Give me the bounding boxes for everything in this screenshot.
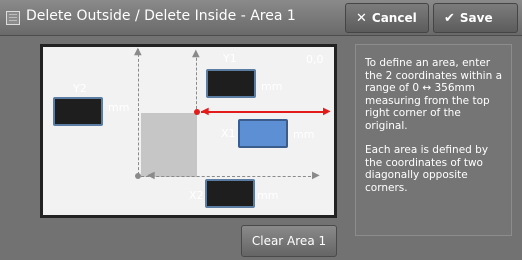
header-bar: Delete Outside / Delete Inside - Area 1 … (0, 0, 522, 36)
save-label: Save (459, 11, 493, 25)
info-paragraph-1: To define an area, enter the 2 coordinat… (365, 57, 503, 132)
x2-label: X2 (189, 189, 204, 202)
y1-guide (196, 53, 197, 109)
distance-arrow-left-icon: ◀ (201, 106, 209, 117)
x-guide-left-arrow-icon: ◀ (147, 170, 155, 181)
origin-label: 0,0 (306, 53, 324, 66)
clear-area-button[interactable]: Clear Area 1 (241, 225, 337, 257)
save-button[interactable]: ✔ Save (433, 3, 518, 33)
x2-field[interactable] (205, 179, 255, 208)
y1-field[interactable] (206, 69, 256, 98)
area-diagram: ▲ ▲ ◀ ▶ ◀ ▶ Y1 0,0 Y2 mm mm X1 mm X2 mm (40, 44, 337, 218)
x-guide-right-arrow-icon: ▶ (312, 170, 320, 181)
y1-guide-arrow-icon: ▲ (192, 48, 200, 59)
active-corner-dot (194, 109, 200, 115)
checkmark-icon: ✔ (444, 10, 455, 26)
y1-unit: mm (261, 80, 283, 93)
x2-guide (138, 49, 139, 175)
x-guide (141, 176, 316, 177)
page-title: Delete Outside / Delete Inside - Area 1 (26, 8, 296, 24)
close-icon: ✕ (356, 10, 367, 26)
delete-area-icon (6, 11, 20, 25)
x1-field[interactable] (238, 119, 288, 148)
y2-label: Y2 (73, 82, 87, 95)
x2-unit: mm (257, 189, 279, 202)
corner-dot (135, 173, 141, 179)
distance-arrow (201, 111, 327, 113)
info-paragraph-2: Each area is defined by the coordinates … (365, 144, 489, 194)
distance-arrow-right-icon: ▶ (323, 106, 331, 117)
cancel-label: Cancel (371, 11, 417, 25)
x1-unit: mm (293, 128, 315, 141)
y2-field[interactable] (53, 97, 103, 126)
y1-label: Y1 (223, 52, 237, 65)
cancel-button[interactable]: ✕ Cancel (345, 3, 429, 33)
selected-region (141, 113, 197, 177)
x1-label: X1 (221, 127, 236, 140)
screen: Delete Outside / Delete Inside - Area 1 … (0, 0, 522, 260)
x2-guide-arrow-icon: ▲ (134, 46, 142, 57)
info-panel: To define an area, enter the 2 coordinat… (355, 44, 512, 236)
y2-unit: mm (108, 101, 130, 114)
